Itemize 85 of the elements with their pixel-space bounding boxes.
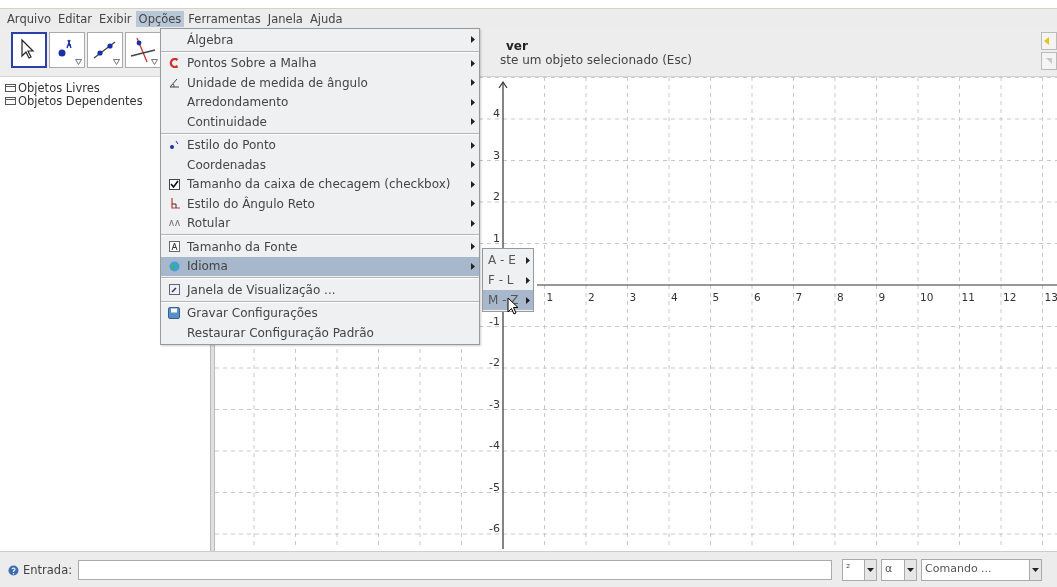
axis-label: -1: [489, 314, 500, 328]
menu-item[interactable]: Exibir: [96, 10, 135, 27]
axis-label: 11: [961, 291, 975, 303]
perpendicular-line-icon: [129, 36, 157, 64]
submenu-item[interactable]: F - L: [483, 270, 533, 290]
menu-item[interactable]: Ajuda: [306, 10, 346, 27]
menu-item[interactable]: Estilo do Ângulo Reto: [161, 194, 479, 214]
magnet-icon: [169, 58, 179, 69]
checkbox[interactable]: [168, 178, 180, 190]
input-label: Entrada:: [23, 563, 73, 577]
menu-item[interactable]: Pontos Sobre a Malha: [161, 53, 479, 73]
submenu-arrow-icon: [526, 296, 530, 304]
axis-label: 7: [795, 291, 803, 303]
folder-icon: [5, 83, 16, 92]
dropdown[interactable]: Comando ...: [921, 559, 1043, 581]
axis-label: 2: [588, 291, 595, 303]
help-icon: [8, 564, 19, 576]
menu-item[interactable]: Idioma: [161, 256, 479, 276]
submenu-arrow-icon: [526, 256, 530, 264]
submenu-item[interactable]: A - E: [483, 250, 533, 270]
tool-button[interactable]: [87, 32, 123, 68]
axis-label: 1: [493, 231, 500, 245]
menu-item[interactable]: Editar: [55, 10, 96, 27]
caret-icon: [151, 59, 158, 65]
axis-label: 3: [493, 148, 500, 162]
dropdown[interactable]: ²: [842, 559, 878, 581]
menu-item[interactable]: Estilo do Ponto: [161, 135, 479, 155]
axis-label: 6: [754, 291, 761, 303]
menu-item[interactable]: Rotular: [161, 213, 479, 233]
menu-item[interactable]: Arquivo: [4, 10, 55, 27]
axis-label: 3: [629, 291, 637, 303]
menu-item[interactable]: Janela: [264, 10, 306, 27]
tool-button[interactable]: [11, 32, 47, 68]
axis-label: 2: [493, 190, 500, 203]
menu-item[interactable]: Tamanho da caixa de checagem (checkbox): [161, 174, 479, 194]
menu-item[interactable]: Coordenadas: [161, 155, 479, 175]
axis-label: -6: [489, 522, 500, 535]
globe-icon: [168, 260, 180, 272]
caret-icon: [75, 59, 82, 65]
menu-item[interactable]: Ferramentas: [185, 10, 264, 27]
point-icon: [169, 140, 179, 151]
angle-icon: [168, 77, 180, 88]
dropdown[interactable]: α: [881, 559, 918, 581]
axis-label: -5: [489, 480, 500, 494]
axis-label: 5: [712, 291, 720, 303]
axis-label: 1: [546, 291, 554, 303]
axis-label: 13: [1044, 291, 1057, 303]
save-icon: [168, 307, 180, 320]
tool-help-text: ste um objeto selecionado (Esc): [500, 53, 693, 67]
submenu-arrow-icon: [526, 276, 530, 284]
axis-label: 12: [1003, 291, 1017, 303]
menu-item[interactable]: Unidade de medida de ângulo: [161, 73, 479, 93]
mouse-cursor-icon: [507, 297, 519, 315]
axis-label: -4: [489, 439, 500, 452]
axis-label: 4: [671, 291, 678, 303]
input-field[interactable]: [78, 560, 833, 580]
axis-label: 8: [837, 291, 844, 303]
menu-item[interactable]: Tamanho da Fonte: [161, 237, 479, 257]
axis-label: -2: [489, 356, 500, 369]
axis-label: 9: [878, 291, 886, 303]
check-icon: [169, 180, 179, 189]
tree-item[interactable]: Objetos Dependentes: [18, 93, 143, 108]
tool-name: ver: [506, 39, 529, 53]
caret-icon: [907, 568, 915, 572]
menu-item[interactable]: Restaurar Configuração Padrão: [161, 323, 479, 343]
axis-label: -3: [489, 397, 500, 411]
menu-item[interactable]: Gravar Configurações: [161, 303, 479, 323]
window-icon: [168, 284, 180, 296]
menu-item[interactable]: Continuidade: [161, 112, 479, 132]
font-icon: [168, 241, 180, 253]
tool-button[interactable]: [49, 32, 85, 68]
folder-icon: [5, 96, 16, 105]
letters-icon: [168, 219, 180, 228]
axis-label: 4: [493, 107, 500, 120]
tool-button[interactable]: [125, 32, 161, 68]
menu-item[interactable]: Álgebra: [161, 30, 479, 50]
menu-item[interactable]: Arredondamento: [161, 92, 479, 112]
right-angle-icon: [168, 198, 180, 210]
caret-icon: [113, 59, 120, 65]
caret-icon: [867, 568, 875, 572]
caret-icon: [1032, 568, 1040, 572]
menu-item[interactable]: Janela de Visualização ...: [161, 280, 479, 300]
menu-item[interactable]: Opções: [135, 10, 185, 27]
tree-item[interactable]: Objetos Livres: [18, 80, 100, 95]
axis-label: 10: [920, 291, 934, 303]
